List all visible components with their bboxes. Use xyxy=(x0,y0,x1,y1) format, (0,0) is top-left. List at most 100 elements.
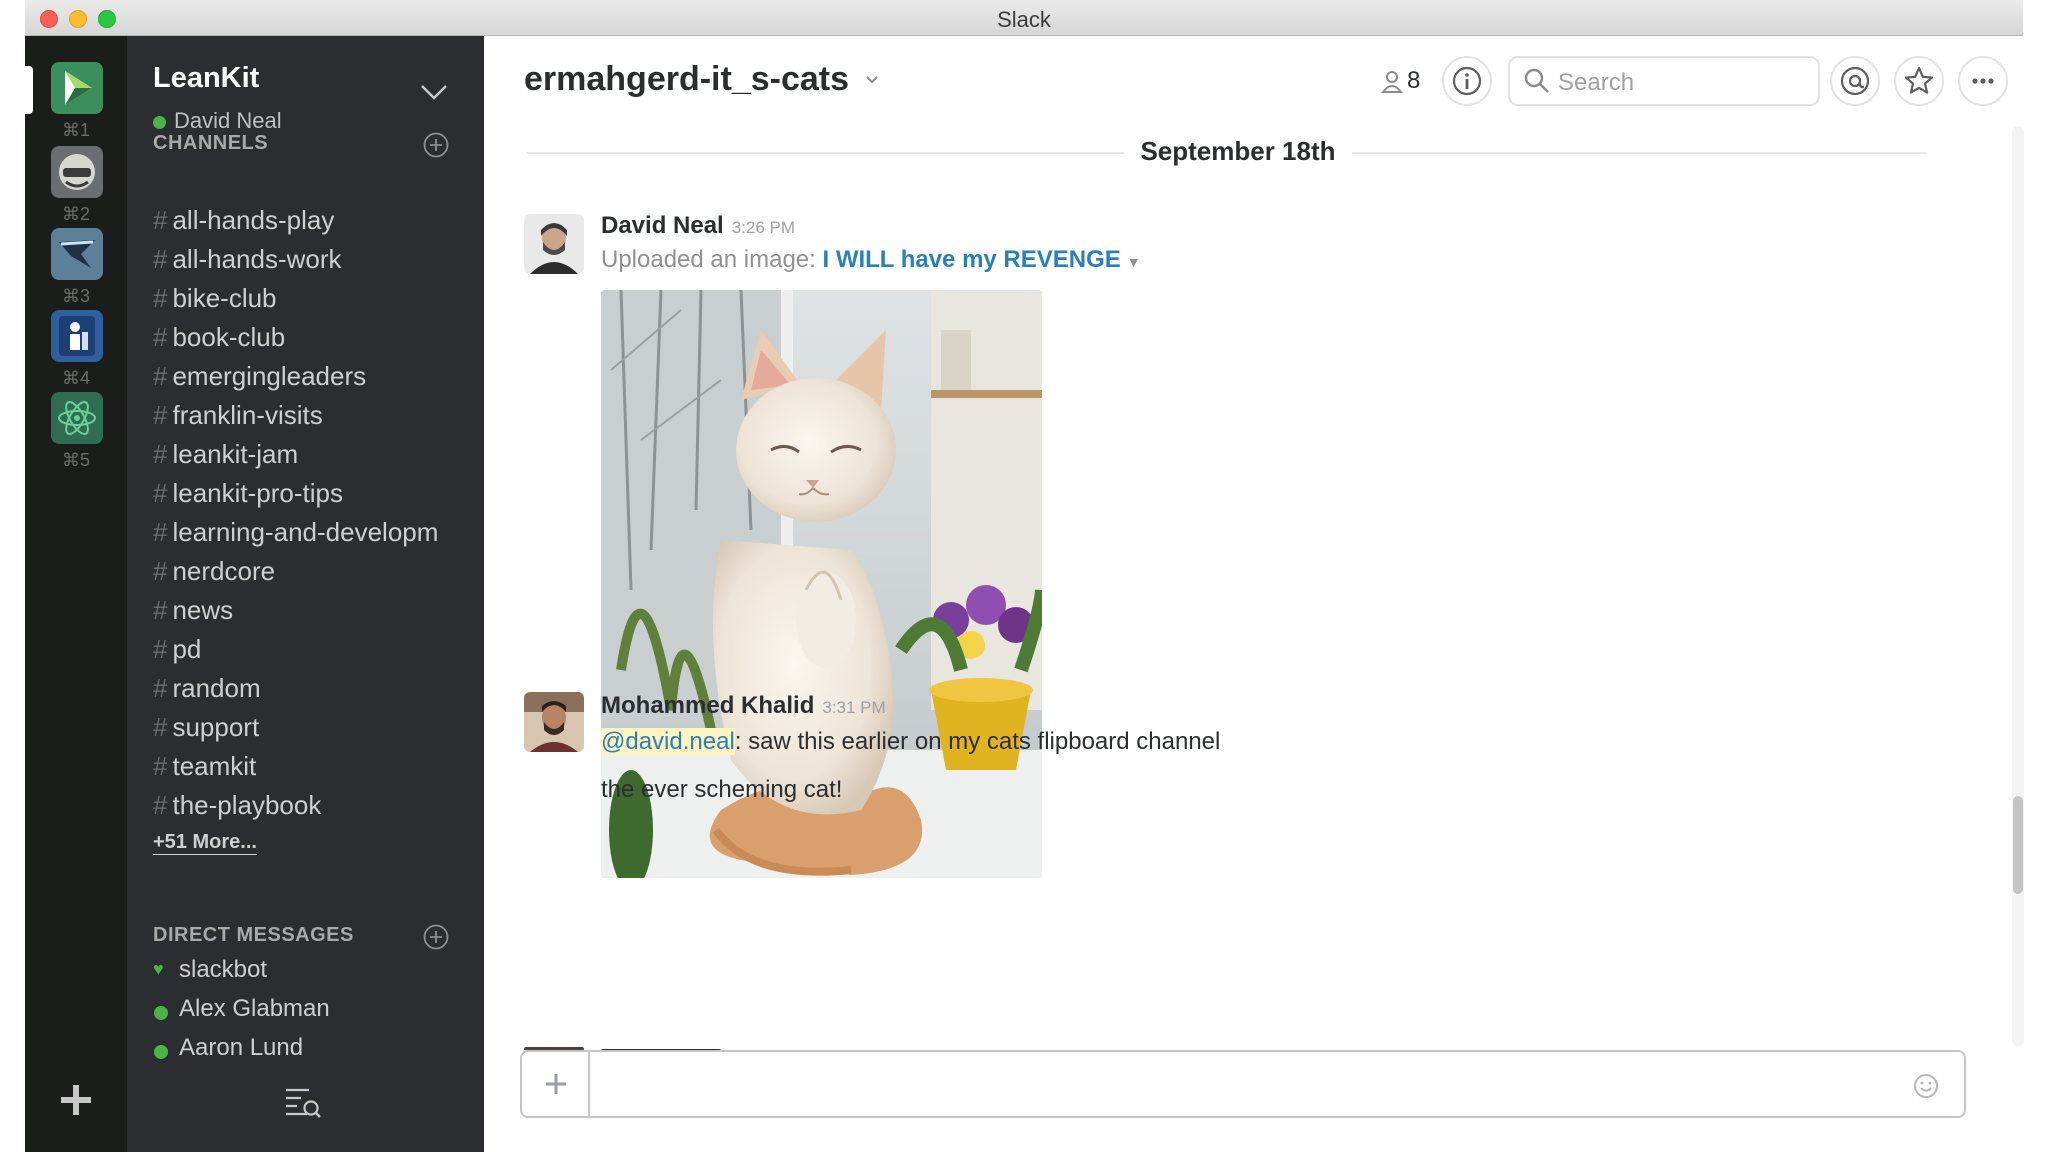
team-flag-icon xyxy=(51,228,103,280)
message-author[interactable]: Mohammed Khalid 3:31 PM xyxy=(601,692,886,720)
channel-item[interactable]: # leankit-jam xyxy=(153,439,473,478)
hash-icon: # xyxy=(153,673,168,703)
hash-icon: # xyxy=(153,361,168,391)
more-actions-button[interactable] xyxy=(1958,56,2008,106)
file-link[interactable]: I WILL have my REVENGE xyxy=(822,246,1120,273)
upload-message: Uploaded an image: I WILL have my REVENG… xyxy=(601,246,1141,273)
message-author[interactable]: David Neal 3:26 PM xyxy=(601,212,795,240)
direct-message-list: ♥ slackbot Alex Glabman Aaron Lund xyxy=(153,956,473,1084)
hash-icon: # xyxy=(153,751,168,781)
attach-file-button[interactable] xyxy=(522,1052,590,1116)
ellipsis-icon xyxy=(1972,78,1994,84)
chevron-down-icon[interactable] xyxy=(864,72,880,86)
hash-icon: # xyxy=(153,517,168,547)
date-label: September 18th xyxy=(1124,136,1352,167)
hash-icon: # xyxy=(153,322,168,352)
channel-item[interactable]: # franklin-visits xyxy=(153,400,473,439)
message-timestamp[interactable]: 3:31 PM xyxy=(822,698,885,717)
search-box[interactable]: Search xyxy=(1508,56,1820,106)
channel-item[interactable]: # emergingleaders xyxy=(153,361,473,400)
channel-item[interactable]: # learning-and-developm xyxy=(153,517,473,556)
mentions-button[interactable] xyxy=(1830,56,1880,106)
info-icon xyxy=(1452,66,1482,96)
team-mascot-icon xyxy=(51,146,103,198)
dm-item[interactable]: Alex Glabman xyxy=(153,995,473,1034)
next-message-cutoff xyxy=(524,1042,1924,1050)
add-direct-message-button[interactable] xyxy=(423,924,449,950)
team-name[interactable]: LeanKit xyxy=(153,62,259,95)
scrollbar-track[interactable] xyxy=(2012,126,2024,1046)
user-name: David Neal xyxy=(174,108,282,133)
person-icon xyxy=(1381,71,1403,93)
at-sign-icon xyxy=(1840,66,1870,96)
message-text: the ever scheming cat! xyxy=(601,776,843,803)
user-mention[interactable]: @david.neal xyxy=(601,728,735,755)
search-icon xyxy=(1524,68,1549,93)
direct-messages-heading[interactable]: DIRECT MESSAGES xyxy=(153,924,354,947)
caret-down-icon[interactable]: ▼ xyxy=(1127,254,1141,270)
channel-item[interactable]: # pd xyxy=(153,634,473,673)
channel-item[interactable]: # support xyxy=(153,712,473,751)
team-figure-icon xyxy=(51,310,103,362)
channel-sidebar: LeanKit David Neal CHANNELS # all-hands-p… xyxy=(127,36,484,1152)
dm-item[interactable]: Aaron Lund xyxy=(153,1034,473,1073)
channels-heading[interactable]: CHANNELS xyxy=(153,132,268,155)
team-item-5[interactable]: ⌘5 xyxy=(25,392,127,492)
channel-item[interactable]: # news xyxy=(153,595,473,634)
plus-icon xyxy=(546,1074,566,1094)
channel-item[interactable]: # all-hands-play xyxy=(153,205,473,244)
message-composer xyxy=(520,1050,1966,1118)
channel-item[interactable]: # the-playbook xyxy=(153,790,473,829)
list-search-icon xyxy=(286,1088,321,1118)
hash-icon: # xyxy=(153,478,168,508)
presence-dot-icon xyxy=(154,1045,168,1059)
emoji-button[interactable] xyxy=(1912,1072,1940,1100)
team-switcher: ⌘1 ⌘2 ⌘3 ⌘4 ⌘5 xyxy=(25,36,127,1152)
hash-icon: # xyxy=(153,205,168,235)
plus-circle-icon xyxy=(423,132,449,158)
hash-icon: # xyxy=(153,283,168,313)
message-timestamp[interactable]: 3:26 PM xyxy=(732,218,795,237)
heart-icon: ♥ xyxy=(153,959,164,979)
presence-dot-icon xyxy=(153,116,166,129)
channel-item[interactable]: # random xyxy=(153,673,473,712)
window-title: Slack xyxy=(997,7,1051,32)
presence-dot-icon xyxy=(154,1006,168,1020)
channel-item[interactable]: # nerdcore xyxy=(153,556,473,595)
avatar[interactable] xyxy=(524,692,584,752)
plus-icon xyxy=(61,1085,91,1115)
channel-item[interactable]: # bike-club xyxy=(153,283,473,322)
channel-item[interactable]: # all-hands-work xyxy=(153,244,473,283)
hash-icon: # xyxy=(153,556,168,586)
message-pane: ermahgerd-it_s-cats 8 Search September 1… xyxy=(484,36,2048,1152)
scrollbar-thumb[interactable] xyxy=(2013,796,2023,894)
title-bar: Slack xyxy=(25,0,2023,36)
channel-item[interactable]: # book-club xyxy=(153,322,473,361)
add-channel-button[interactable] xyxy=(423,132,449,158)
quick-switcher-button[interactable] xyxy=(283,1084,323,1120)
member-count-button[interactable]: 8 xyxy=(1381,64,1429,98)
hash-icon: # xyxy=(153,712,168,742)
more-channels-link[interactable]: +51 More... xyxy=(153,831,257,855)
message-input[interactable] xyxy=(602,1070,1862,1100)
dm-item[interactable]: ♥ slackbot xyxy=(153,956,473,995)
avatar[interactable] xyxy=(524,214,584,274)
star-icon xyxy=(1904,66,1934,94)
channel-title[interactable]: ermahgerd-it_s-cats xyxy=(524,60,849,99)
smiley-icon xyxy=(1914,1074,1938,1098)
add-team-button[interactable] xyxy=(58,1082,94,1118)
channel-info-button[interactable] xyxy=(1442,56,1492,106)
leankit-logo-icon xyxy=(51,62,103,114)
slack-window: Slack ⌘1 ⌘2 ⌘3 ⌘4 ⌘5 LeanKit David Neal … xyxy=(0,0,2048,1152)
channel-list: # all-hands-play # all-hands-work # bike-cl… xyxy=(153,205,473,829)
channel-item[interactable]: # leankit-pro-tips xyxy=(153,478,473,517)
plus-circle-icon xyxy=(423,924,449,950)
hash-icon: # xyxy=(153,595,168,625)
team-menu-chevron-icon[interactable] xyxy=(419,82,449,102)
channel-item[interactable]: # teamkit xyxy=(153,751,473,790)
atom-icon xyxy=(51,392,103,444)
starred-items-button[interactable] xyxy=(1894,56,1944,106)
hash-icon: # xyxy=(153,244,168,274)
hash-icon: # xyxy=(153,400,168,430)
hash-icon: # xyxy=(153,790,168,820)
